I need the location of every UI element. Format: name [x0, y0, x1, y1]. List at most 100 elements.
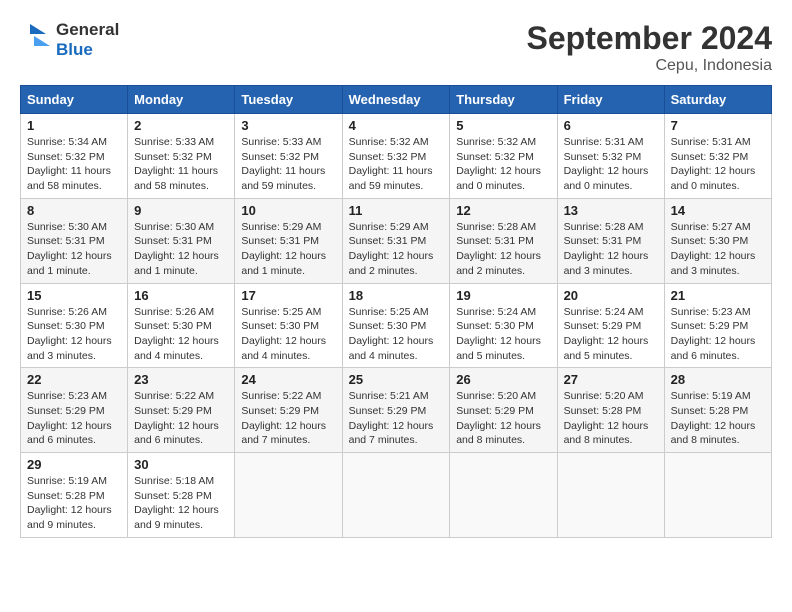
day-number: 19 — [456, 288, 550, 303]
day-info: Sunrise: 5:19 AM Sunset: 5:28 PM Dayligh… — [671, 389, 765, 448]
day-number: 27 — [564, 372, 658, 387]
day-number: 5 — [456, 118, 550, 133]
logo-text-blue: Blue — [56, 40, 119, 60]
calendar-day-cell: 30 Sunrise: 5:18 AM Sunset: 5:28 PM Dayli… — [128, 453, 235, 538]
day-number: 26 — [456, 372, 550, 387]
day-info: Sunrise: 5:21 AM Sunset: 5:29 PM Dayligh… — [349, 389, 444, 448]
weekday-header-sunday: Sunday — [21, 86, 128, 114]
empty-cell — [235, 453, 342, 538]
day-number: 24 — [241, 372, 335, 387]
day-number: 6 — [564, 118, 658, 133]
calendar-day-cell: 4 Sunrise: 5:32 AM Sunset: 5:32 PM Daylig… — [342, 114, 450, 199]
calendar-week-row: 8 Sunrise: 5:30 AM Sunset: 5:31 PM Daylig… — [21, 198, 772, 283]
calendar-day-cell: 13 Sunrise: 5:28 AM Sunset: 5:31 PM Dayli… — [557, 198, 664, 283]
calendar-day-cell: 1Sunrise: 5:34 AM Sunset: 5:32 PM Daylig… — [21, 114, 128, 199]
calendar-table: SundayMondayTuesdayWednesdayThursdayFrid… — [20, 85, 772, 538]
logo: General Blue — [20, 20, 119, 59]
calendar-day-cell: 17 Sunrise: 5:25 AM Sunset: 5:30 PM Dayli… — [235, 283, 342, 368]
calendar-week-row: 15 Sunrise: 5:26 AM Sunset: 5:30 PM Dayli… — [21, 283, 772, 368]
day-info: Sunrise: 5:20 AM Sunset: 5:29 PM Dayligh… — [456, 389, 550, 448]
day-info: Sunrise: 5:24 AM Sunset: 5:30 PM Dayligh… — [456, 305, 550, 364]
calendar-day-cell: 20 Sunrise: 5:24 AM Sunset: 5:29 PM Dayli… — [557, 283, 664, 368]
calendar-day-cell: 11 Sunrise: 5:29 AM Sunset: 5:31 PM Dayli… — [342, 198, 450, 283]
weekday-header-saturday: Saturday — [664, 86, 771, 114]
day-info: Sunrise: 5:18 AM Sunset: 5:28 PM Dayligh… — [134, 474, 228, 533]
day-info: Sunrise: 5:25 AM Sunset: 5:30 PM Dayligh… — [349, 305, 444, 364]
day-number: 30 — [134, 457, 228, 472]
day-number: 7 — [671, 118, 765, 133]
day-number: 8 — [27, 203, 121, 218]
logo-text-general: General — [56, 20, 119, 40]
calendar-day-cell: 21 Sunrise: 5:23 AM Sunset: 5:29 PM Dayli… — [664, 283, 771, 368]
day-info: Sunrise: 5:25 AM Sunset: 5:30 PM Dayligh… — [241, 305, 335, 364]
calendar-day-cell: 9 Sunrise: 5:30 AM Sunset: 5:31 PM Daylig… — [128, 198, 235, 283]
empty-cell — [342, 453, 450, 538]
calendar-day-cell: 14Sunrise: 5:27 AM Sunset: 5:30 PM Dayli… — [664, 198, 771, 283]
calendar-day-cell: 8 Sunrise: 5:30 AM Sunset: 5:31 PM Daylig… — [21, 198, 128, 283]
calendar-day-cell: 28 Sunrise: 5:19 AM Sunset: 5:28 PM Dayli… — [664, 368, 771, 453]
day-number: 23 — [134, 372, 228, 387]
day-info: Sunrise: 5:29 AM Sunset: 5:31 PM Dayligh… — [241, 220, 335, 279]
calendar-day-cell: 6Sunrise: 5:31 AM Sunset: 5:32 PM Daylig… — [557, 114, 664, 199]
day-number: 13 — [564, 203, 658, 218]
day-number: 3 — [241, 118, 335, 133]
calendar-day-cell: 16 Sunrise: 5:26 AM Sunset: 5:30 PM Dayli… — [128, 283, 235, 368]
day-number: 4 — [349, 118, 444, 133]
day-info: Sunrise: 5:24 AM Sunset: 5:29 PM Dayligh… — [564, 305, 658, 364]
calendar-day-cell: 12Sunrise: 5:28 AM Sunset: 5:31 PM Dayli… — [450, 198, 557, 283]
weekday-header-friday: Friday — [557, 86, 664, 114]
day-info: Sunrise: 5:26 AM Sunset: 5:30 PM Dayligh… — [134, 305, 228, 364]
calendar-day-cell: 2 Sunrise: 5:33 AM Sunset: 5:32 PM Daylig… — [128, 114, 235, 199]
weekday-header-wednesday: Wednesday — [342, 86, 450, 114]
day-number: 16 — [134, 288, 228, 303]
day-info: Sunrise: 5:20 AM Sunset: 5:28 PM Dayligh… — [564, 389, 658, 448]
page-header: General Blue September 2024 Cepu, Indone… — [20, 20, 772, 75]
day-info: Sunrise: 5:30 AM Sunset: 5:31 PM Dayligh… — [27, 220, 121, 279]
day-info: Sunrise: 5:33 AM Sunset: 5:32 PM Dayligh… — [134, 135, 228, 194]
calendar-week-row: 29Sunrise: 5:19 AM Sunset: 5:28 PM Dayli… — [21, 453, 772, 538]
calendar-day-cell: 29Sunrise: 5:19 AM Sunset: 5:28 PM Dayli… — [21, 453, 128, 538]
day-info: Sunrise: 5:29 AM Sunset: 5:31 PM Dayligh… — [349, 220, 444, 279]
empty-cell — [557, 453, 664, 538]
day-number: 28 — [671, 372, 765, 387]
calendar-day-cell: 10Sunrise: 5:29 AM Sunset: 5:31 PM Dayli… — [235, 198, 342, 283]
day-number: 21 — [671, 288, 765, 303]
calendar-day-cell: 24 Sunrise: 5:22 AM Sunset: 5:29 PM Dayli… — [235, 368, 342, 453]
weekday-header-row: SundayMondayTuesdayWednesdayThursdayFrid… — [21, 86, 772, 114]
calendar-day-cell: 27 Sunrise: 5:20 AM Sunset: 5:28 PM Dayli… — [557, 368, 664, 453]
weekday-header-monday: Monday — [128, 86, 235, 114]
calendar-day-cell: 18 Sunrise: 5:25 AM Sunset: 5:30 PM Dayli… — [342, 283, 450, 368]
day-info: Sunrise: 5:22 AM Sunset: 5:29 PM Dayligh… — [134, 389, 228, 448]
day-info: Sunrise: 5:32 AM Sunset: 5:32 PM Dayligh… — [349, 135, 444, 194]
day-info: Sunrise: 5:28 AM Sunset: 5:31 PM Dayligh… — [456, 220, 550, 279]
day-info: Sunrise: 5:27 AM Sunset: 5:30 PM Dayligh… — [671, 220, 765, 279]
day-info: Sunrise: 5:30 AM Sunset: 5:31 PM Dayligh… — [134, 220, 228, 279]
day-number: 11 — [349, 203, 444, 218]
day-number: 20 — [564, 288, 658, 303]
day-info: Sunrise: 5:23 AM Sunset: 5:29 PM Dayligh… — [27, 389, 121, 448]
location: Cepu, Indonesia — [527, 57, 772, 75]
day-info: Sunrise: 5:31 AM Sunset: 5:32 PM Dayligh… — [671, 135, 765, 194]
weekday-header-tuesday: Tuesday — [235, 86, 342, 114]
calendar-day-cell: 26 Sunrise: 5:20 AM Sunset: 5:29 PM Dayli… — [450, 368, 557, 453]
day-number: 17 — [241, 288, 335, 303]
day-info: Sunrise: 5:33 AM Sunset: 5:32 PM Dayligh… — [241, 135, 335, 194]
title-area: September 2024 Cepu, Indonesia — [527, 20, 772, 75]
calendar-day-cell: 3 Sunrise: 5:33 AM Sunset: 5:32 PM Daylig… — [235, 114, 342, 199]
day-info: Sunrise: 5:32 AM Sunset: 5:32 PM Dayligh… — [456, 135, 550, 194]
calendar-day-cell: 5 Sunrise: 5:32 AM Sunset: 5:32 PM Daylig… — [450, 114, 557, 199]
day-info: Sunrise: 5:22 AM Sunset: 5:29 PM Dayligh… — [241, 389, 335, 448]
day-info: Sunrise: 5:28 AM Sunset: 5:31 PM Dayligh… — [564, 220, 658, 279]
day-number: 22 — [27, 372, 121, 387]
day-info: Sunrise: 5:26 AM Sunset: 5:30 PM Dayligh… — [27, 305, 121, 364]
day-info: Sunrise: 5:23 AM Sunset: 5:29 PM Dayligh… — [671, 305, 765, 364]
day-number: 18 — [349, 288, 444, 303]
calendar-week-row: 22 Sunrise: 5:23 AM Sunset: 5:29 PM Dayli… — [21, 368, 772, 453]
empty-cell — [664, 453, 771, 538]
day-number: 2 — [134, 118, 228, 133]
logo-bird-icon — [20, 20, 52, 56]
month-title: September 2024 — [527, 20, 772, 57]
day-number: 9 — [134, 203, 228, 218]
calendar-day-cell: 7 Sunrise: 5:31 AM Sunset: 5:32 PM Daylig… — [664, 114, 771, 199]
day-number: 15 — [27, 288, 121, 303]
